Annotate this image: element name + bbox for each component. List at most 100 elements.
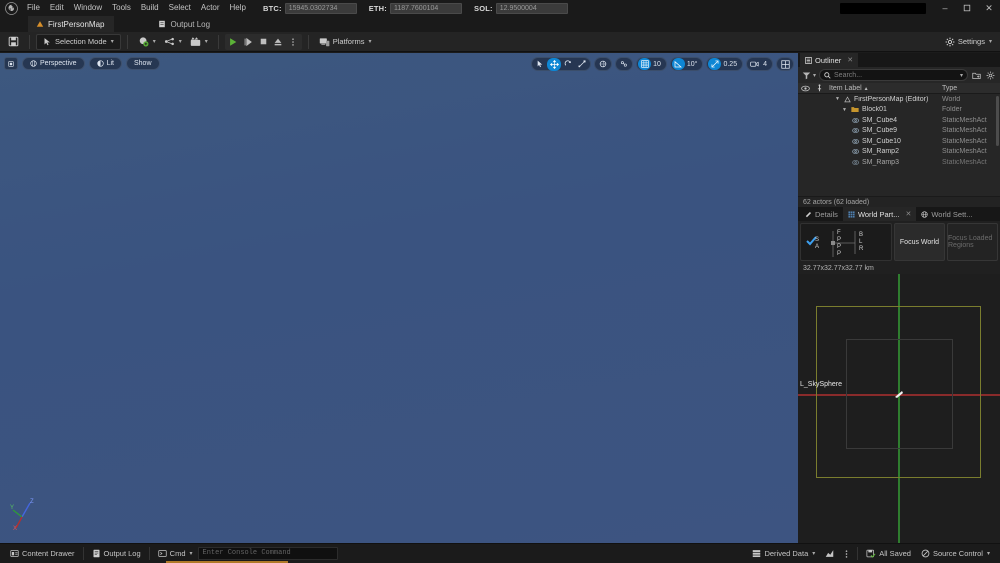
tab-label: Details — [815, 209, 838, 219]
loading-range-widget[interactable]: S A F P P P B L R — [800, 223, 892, 261]
minimize-button[interactable]: – — [934, 0, 956, 16]
derived-data-button[interactable]: Derived Data ▾ — [747, 547, 820, 561]
blueprints-button[interactable]: ▾ — [160, 34, 186, 49]
focus-loaded-regions-button[interactable]: Focus Loaded Regions — [947, 223, 998, 261]
twisty-icon[interactable]: ▼ — [834, 96, 841, 102]
content-drawer-button[interactable]: Content Drawer — [5, 547, 80, 561]
type-column[interactable]: Type — [942, 85, 1000, 92]
tab-world-settings[interactable]: World Sett... — [916, 207, 977, 221]
menu-file[interactable]: File — [22, 0, 45, 16]
menu-window[interactable]: Window — [69, 0, 107, 16]
show-flags-label: Show — [133, 60, 152, 67]
row-label: SM_Cube10 — [862, 137, 901, 145]
all-saved-button[interactable]: All Saved — [861, 547, 916, 561]
outliner-rows[interactable]: ▼ FirstPersonMap (Editor) World ▼ Block0… — [798, 94, 1000, 196]
tab-details[interactable]: Details — [800, 207, 843, 221]
skip-button[interactable] — [241, 34, 256, 50]
tab-world-partition[interactable]: World Part... ✕ — [842, 207, 917, 221]
table-row[interactable]: SM_Ramp3 StaticMeshAct — [798, 157, 1000, 168]
outliner-settings-button[interactable] — [985, 69, 996, 81]
table-row[interactable]: ▼ FirstPersonMap (Editor) World — [798, 94, 1000, 105]
rotate-tool-icon[interactable] — [561, 58, 575, 71]
sol-value-field[interactable]: 12.9500004 — [495, 2, 568, 14]
search-placeholder: Search... — [834, 71, 863, 79]
world-coordinate-icon[interactable] — [596, 58, 610, 71]
eject-button[interactable] — [271, 34, 286, 50]
tab-label: Outliner — [815, 55, 842, 65]
angle-snap-control[interactable]: 10° — [669, 57, 704, 71]
scale-snap-control[interactable]: 0.25 — [706, 57, 744, 71]
viewport-layout-icon[interactable] — [778, 58, 792, 71]
cmd-dropdown[interactable]: Cmd ▾ — [153, 547, 198, 561]
viewport-options-button[interactable] — [4, 57, 18, 70]
mesh-icon — [852, 159, 859, 166]
world-partition-minimap[interactable]: L_SkySphere — [798, 274, 1000, 543]
play-button[interactable] — [226, 34, 241, 50]
search-input[interactable]: Search... ▾ — [819, 69, 968, 81]
item-label-column[interactable]: Item Label ▲ — [826, 85, 942, 92]
menu-build[interactable]: Build — [136, 0, 164, 16]
save-button[interactable] — [4, 34, 23, 49]
row-type: StaticMeshAct — [942, 127, 987, 135]
console-command-input[interactable]: Enter Console Command — [197, 547, 338, 560]
move-tool-icon[interactable] — [547, 57, 562, 71]
maximize-button[interactable] — [956, 0, 978, 16]
output-log-button[interactable]: Output Log — [87, 547, 146, 561]
angle-snap-icon[interactable] — [671, 58, 685, 70]
surface-snap-icon[interactable] — [617, 58, 631, 71]
select-tool-icon[interactable] — [533, 58, 547, 71]
settings-button[interactable]: Settings ▾ — [941, 34, 996, 49]
stats-button[interactable] — [820, 547, 839, 561]
chevron-down-icon[interactable]: ▾ — [960, 72, 963, 79]
row-label: SM_Ramp2 — [862, 148, 899, 156]
menu-select[interactable]: Select — [164, 0, 196, 16]
scale-tool-icon[interactable] — [575, 58, 589, 71]
menu-help[interactable]: Help — [225, 0, 251, 16]
selection-mode-dropdown[interactable]: Selection Mode ▾ — [36, 33, 121, 50]
twisty-icon[interactable]: ▼ — [841, 107, 848, 113]
visibility-column-icon[interactable] — [798, 85, 813, 92]
cinematics-button[interactable]: ▾ — [186, 34, 212, 49]
minimap-actor-marker[interactable] — [894, 389, 903, 398]
grid-snap-control[interactable]: 10 — [636, 57, 667, 71]
close-icon[interactable]: ✕ — [847, 56, 853, 64]
chevron-down-icon: ▾ — [110, 39, 114, 45]
view-perspective-button[interactable]: Perspective — [22, 57, 85, 70]
source-control-button[interactable]: Source Control ▾ — [916, 547, 995, 561]
level-viewport[interactable]: Perspective Lit Show 10 10° 0.25 4 Z Y X — [0, 53, 798, 543]
show-flags-button[interactable]: Show — [125, 57, 160, 70]
platforms-button[interactable]: Platforms ▾ — [315, 34, 376, 49]
camera-speed-control[interactable]: 4 — [746, 57, 773, 71]
cmd-label: Cmd — [169, 549, 186, 558]
camera-icon[interactable] — [748, 58, 761, 70]
view-mode-lit-button[interactable]: Lit — [88, 57, 122, 70]
menu-edit[interactable]: Edit — [45, 0, 69, 16]
tab-output-log[interactable]: Output Log — [150, 16, 220, 32]
outliner-scrollbar[interactable] — [996, 96, 999, 146]
eth-value-field[interactable]: 1187.7600104 — [390, 2, 463, 14]
add-actor-button[interactable]: ▾ — [134, 34, 160, 49]
chevron-down-icon: ▾ — [368, 39, 372, 45]
table-row[interactable]: SM_Ramp2 StaticMeshAct — [798, 147, 1000, 158]
table-row[interactable]: SM_Cube4 StaticMeshAct — [798, 115, 1000, 126]
menu-tools[interactable]: Tools — [107, 0, 136, 16]
tab-firstpersonmap[interactable]: FirstPersonMap — [28, 16, 115, 32]
table-row[interactable]: ▼ Block01 Folder — [798, 105, 1000, 116]
focus-world-button[interactable]: Focus World — [894, 223, 945, 261]
tab-outliner[interactable]: Outliner ✕ — [800, 53, 859, 67]
scale-snap-icon[interactable] — [708, 58, 722, 70]
stop-button[interactable] — [256, 34, 271, 50]
menu-actor[interactable]: Actor — [196, 0, 225, 16]
table-row[interactable]: SM_Cube9 StaticMeshAct — [798, 126, 1000, 137]
grid-snap-icon[interactable] — [638, 58, 652, 70]
search-icon — [824, 71, 831, 79]
overflow-button[interactable] — [839, 547, 854, 561]
more-options-button[interactable] — [286, 34, 301, 50]
close-button[interactable]: ✕ — [978, 0, 1000, 16]
filter-button[interactable]: ▾ — [802, 71, 816, 80]
new-folder-button[interactable] — [971, 69, 982, 81]
btc-value-field[interactable]: 15945.0302734 — [284, 2, 357, 14]
pin-column-icon[interactable] — [813, 84, 826, 92]
table-row[interactable]: SM_Cube10 StaticMeshAct — [798, 136, 1000, 147]
close-icon[interactable]: ✕ — [905, 210, 911, 218]
